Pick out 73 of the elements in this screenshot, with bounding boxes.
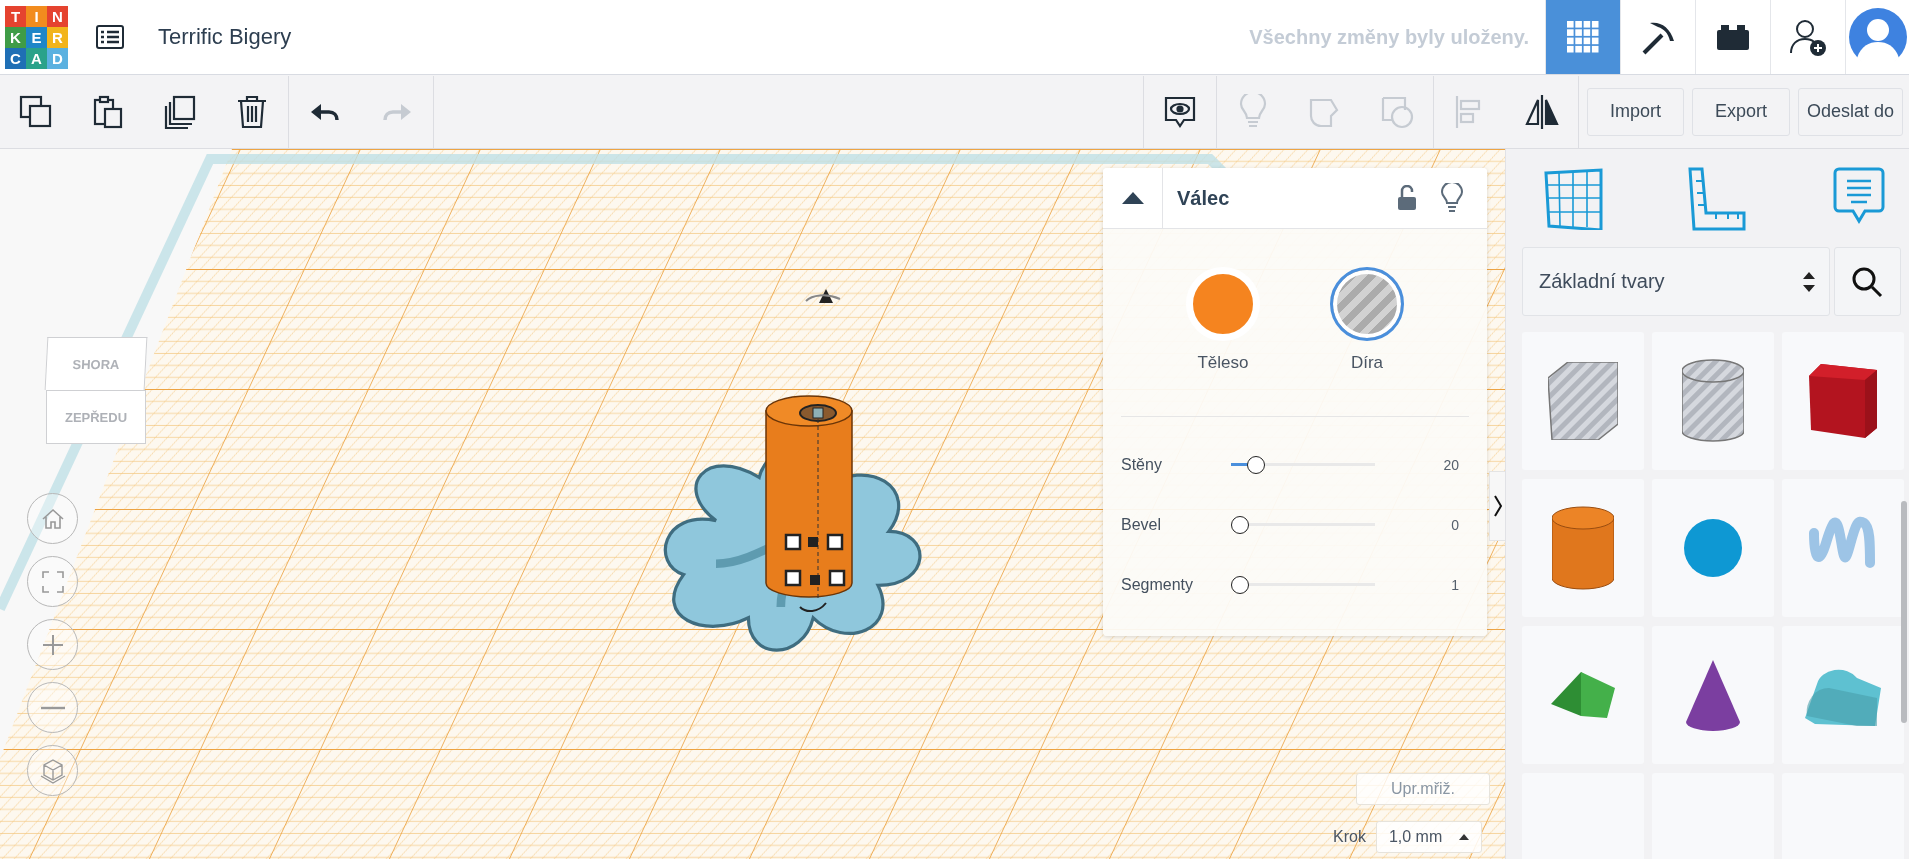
cylinder-icon: [1552, 506, 1614, 590]
design-title: Terrific Bigery: [158, 24, 292, 50]
fit-frame-icon: [40, 569, 65, 594]
shape-tile[interactable]: [1782, 479, 1904, 617]
shape-tile[interactable]: [1652, 479, 1774, 617]
cone-icon: [1686, 659, 1740, 731]
shape-tile[interactable]: [1652, 332, 1774, 470]
list-icon: [96, 25, 124, 49]
perspective-button[interactable]: [27, 745, 78, 796]
shape-name: Válec: [1177, 186, 1230, 210]
home-view-button[interactable]: [27, 493, 78, 544]
zoom-out-button[interactable]: [27, 682, 78, 733]
parameter-label: Stěny: [1121, 456, 1163, 474]
mode-label: Díra: [1350, 353, 1384, 373]
tinkercad-logo: T I N K E R C A D: [5, 5, 68, 69]
zoom-in-button[interactable]: [27, 619, 78, 670]
sphere-icon: [1684, 519, 1742, 577]
search-icon: [1851, 265, 1884, 298]
lock-button[interactable]: [1397, 185, 1417, 211]
copy-icon: [18, 93, 54, 130]
slider-thumb[interactable]: [1247, 456, 1266, 474]
avatar-icon: [1848, 8, 1907, 66]
slider-thumb[interactable]: [1231, 576, 1249, 594]
grid-icon: [1566, 20, 1600, 54]
workplane-button[interactable]: [1542, 167, 1606, 231]
slider-thumb[interactable]: [1231, 516, 1249, 534]
mirror-icon: [1523, 93, 1560, 130]
wedge-icon: [1551, 672, 1615, 718]
cube-face-label: ZEPŘEDU: [46, 390, 146, 444]
cube-face-label: SHORA: [44, 337, 148, 390]
toolbar-text-button[interactable]: Odeslat do: [1797, 87, 1903, 136]
parameter-value: 0: [1451, 517, 1459, 533]
save-status: Všechny změny byly uloženy.: [1249, 25, 1529, 49]
unlocked-padlock-icon: [1397, 185, 1417, 211]
toolbar-text-button[interactable]: Export: [1691, 87, 1790, 136]
parameter-value: 1: [1451, 577, 1459, 593]
ruler-icon: [1685, 167, 1748, 231]
cube-icon: [1809, 364, 1877, 438]
snap-grid-dropdown[interactable]: 1,0 mm: [1375, 821, 1482, 853]
account-button[interactable]: [1845, 0, 1909, 74]
grid-plane-icon: [1543, 168, 1605, 230]
light-bulb-icon: [1441, 183, 1463, 213]
chevron-right-icon: [1493, 495, 1502, 517]
add-user-icon: [1788, 17, 1828, 57]
striped-box-icon: [1548, 362, 1618, 440]
shape-tile[interactable]: [1782, 332, 1904, 470]
caret-icon: [1121, 192, 1144, 204]
sort-arrows-icon: [1802, 271, 1815, 292]
parameter-label: Bevel: [1121, 516, 1163, 534]
home-icon: [40, 506, 65, 531]
mode-label: Těleso: [1197, 353, 1249, 373]
cube-icon: [39, 757, 66, 784]
shape-tile[interactable]: [1782, 626, 1904, 764]
caret-icon: [1458, 834, 1469, 840]
panel-toggle[interactable]: [1489, 471, 1505, 541]
shape-tile[interactable]: [1522, 479, 1644, 617]
plus-icon: [40, 632, 65, 657]
parameter-value: 20: [1443, 457, 1459, 473]
minus-icon: [40, 705, 65, 710]
snap-label: Krok: [1333, 828, 1366, 846]
shape-tile[interactable]: [1522, 332, 1644, 470]
striped-cylinder-icon: [1682, 359, 1744, 443]
visibility-button[interactable]: [1441, 183, 1463, 213]
shape-category-dropdown[interactable]: Základní tvary: [1522, 247, 1830, 316]
scrollbar-thumb[interactable]: [1901, 501, 1907, 723]
shape-tile[interactable]: [1652, 626, 1774, 764]
parameter-label: Segmenty: [1121, 576, 1195, 594]
duplicate-icon: [162, 93, 198, 130]
solid-color-swatch[interactable]: [1186, 267, 1260, 341]
fit-view-button[interactable]: [27, 556, 78, 607]
toolbar-text-button[interactable]: Import: [1586, 87, 1684, 136]
shape-tile[interactable]: [1522, 626, 1644, 764]
search-button[interactable]: [1833, 247, 1901, 316]
